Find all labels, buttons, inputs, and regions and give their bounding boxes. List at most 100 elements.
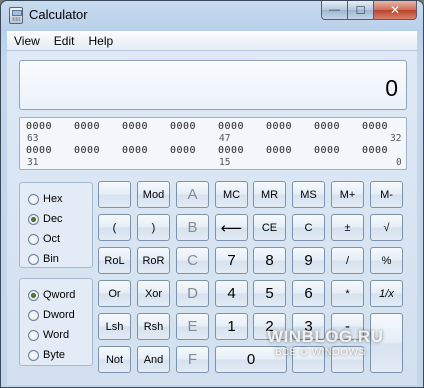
- rsh-key[interactable]: Rsh: [137, 313, 170, 340]
- radio-dword[interactable]: Dword: [28, 307, 75, 323]
- hex-e-key[interactable]: E: [176, 313, 209, 340]
- result-display: 0: [19, 60, 407, 110]
- window-controls: — ☐ ✕: [321, 1, 417, 20]
- radio-button-icon: [28, 193, 39, 205]
- radio-dec[interactable]: Dec: [28, 211, 63, 227]
- radio-label: Word: [43, 329, 70, 341]
- menu-view[interactable]: View: [7, 34, 47, 48]
- radio-bin[interactable]: Bin: [28, 251, 59, 267]
- backspace-key[interactable]: ⟵: [215, 214, 248, 241]
- digit-4-key[interactable]: 4: [215, 280, 248, 307]
- m-minus-key[interactable]: M-: [370, 181, 403, 208]
- menu-bar: View Edit Help: [7, 31, 417, 51]
- reciprocal-key[interactable]: 1/x: [370, 280, 403, 307]
- radio-oct[interactable]: Oct: [28, 231, 60, 247]
- clear-key[interactable]: C: [292, 214, 325, 241]
- close-button[interactable]: ✕: [374, 1, 417, 20]
- window-title: Calculator: [29, 7, 88, 22]
- radio-hex[interactable]: Hex: [28, 191, 63, 207]
- bit-group[interactable]: 0000: [362, 145, 388, 156]
- rol-key[interactable]: RoL: [98, 247, 131, 274]
- open-paren-key[interactable]: (: [98, 214, 131, 241]
- close-paren-key[interactable]: ): [137, 214, 170, 241]
- radio-label: Dec: [43, 213, 63, 225]
- radio-label: Hex: [43, 193, 63, 205]
- bit-index-label: 15: [219, 157, 231, 168]
- menu-help[interactable]: Help: [81, 34, 120, 48]
- bit-group[interactable]: 0000: [218, 121, 244, 132]
- digit-9-key[interactable]: 9: [292, 247, 325, 274]
- percent-key[interactable]: %: [370, 247, 403, 274]
- mc-key[interactable]: MC: [215, 181, 248, 208]
- m-plus-key[interactable]: M+: [331, 181, 364, 208]
- radio-label: Dword: [43, 309, 75, 321]
- radio-byte[interactable]: Byte: [28, 347, 65, 363]
- hex-d-key[interactable]: D: [176, 280, 209, 307]
- bit-index-label: 63: [27, 133, 39, 144]
- watermark: WINBLOG.RU ВСЁ О WINDOWS: [267, 327, 417, 358]
- bit-group[interactable]: 0000: [314, 121, 340, 132]
- radio-word[interactable]: Word: [28, 327, 69, 343]
- bit-group[interactable]: 0000: [266, 121, 292, 132]
- radio-button-icon: [28, 329, 39, 341]
- bit-group[interactable]: 0000: [122, 145, 148, 156]
- digit-1-key[interactable]: 1: [215, 313, 248, 340]
- ce-key[interactable]: CE: [253, 214, 286, 241]
- radio-button-icon: [28, 309, 39, 321]
- digit-6-key[interactable]: 6: [292, 280, 325, 307]
- plus-minus-key[interactable]: ±: [331, 214, 364, 241]
- ror-key[interactable]: RoR: [137, 247, 170, 274]
- radio-button-icon: [28, 253, 39, 265]
- bit-display-panel: 0000 0000 0000 0000 0000 0000 0000 0000 …: [19, 117, 407, 170]
- bit-group[interactable]: 0000: [74, 145, 100, 156]
- divide-key[interactable]: /: [331, 247, 364, 274]
- hex-c-key[interactable]: C: [176, 247, 209, 274]
- hex-b-key[interactable]: B: [176, 214, 209, 241]
- number-base-group: Hex Dec Oct Bin: [19, 182, 93, 268]
- hex-f-key[interactable]: F: [176, 346, 209, 373]
- minimize-button[interactable]: —: [321, 1, 348, 20]
- bit-group[interactable]: 0000: [266, 145, 292, 156]
- radio-button-selected-icon: [28, 213, 39, 225]
- digit-8-key[interactable]: 8: [253, 247, 286, 274]
- watermark-subtitle: ВСЁ О WINDOWS: [275, 347, 366, 358]
- mr-key[interactable]: MR: [253, 181, 286, 208]
- radio-button-icon: [28, 233, 39, 245]
- calculator-window: Calculator — ☐ ✕ View Edit Help 0 0000 0…: [0, 0, 424, 388]
- maximize-button[interactable]: ☐: [348, 1, 374, 20]
- bit-group[interactable]: 0000: [362, 121, 388, 132]
- digit-5-key[interactable]: 5: [253, 280, 286, 307]
- bit-group[interactable]: 0000: [218, 145, 244, 156]
- radio-label: Bin: [43, 253, 59, 265]
- radio-label: Oct: [43, 233, 61, 245]
- and-key[interactable]: And: [137, 346, 170, 373]
- bit-group[interactable]: 0000: [26, 145, 52, 156]
- ms-key[interactable]: MS: [292, 181, 325, 208]
- digit-7-key[interactable]: 7: [215, 247, 248, 274]
- radio-qword[interactable]: Qword: [28, 287, 75, 303]
- word-size-group: Qword Dword Word Byte: [19, 278, 93, 366]
- bit-group[interactable]: 0000: [74, 121, 100, 132]
- watermark-title: WINBLOG.RU: [267, 327, 384, 346]
- xor-key[interactable]: Xor: [137, 280, 170, 307]
- bit-group[interactable]: 0000: [26, 121, 52, 132]
- bit-group[interactable]: 0000: [314, 145, 340, 156]
- bit-group[interactable]: 0000: [170, 121, 196, 132]
- display-value: 0: [385, 75, 398, 101]
- blank-key[interactable]: [98, 181, 131, 208]
- menu-edit[interactable]: Edit: [47, 34, 82, 48]
- title-bar[interactable]: Calculator — ☐ ✕: [1, 1, 423, 31]
- or-key[interactable]: Or: [98, 280, 131, 307]
- lsh-key[interactable]: Lsh: [98, 313, 131, 340]
- hex-a-key[interactable]: A: [176, 181, 209, 208]
- bit-index-label: 47: [219, 133, 231, 144]
- bit-group[interactable]: 0000: [170, 145, 196, 156]
- bit-group[interactable]: 0000: [122, 121, 148, 132]
- mod-key[interactable]: Mod: [137, 181, 170, 208]
- radio-button-selected-icon: [28, 289, 39, 301]
- bit-index-label: 0: [396, 157, 402, 168]
- calculator-app-icon: [9, 7, 23, 24]
- not-key[interactable]: Not: [98, 346, 131, 373]
- sqrt-key[interactable]: √: [370, 214, 403, 241]
- multiply-key[interactable]: *: [331, 280, 364, 307]
